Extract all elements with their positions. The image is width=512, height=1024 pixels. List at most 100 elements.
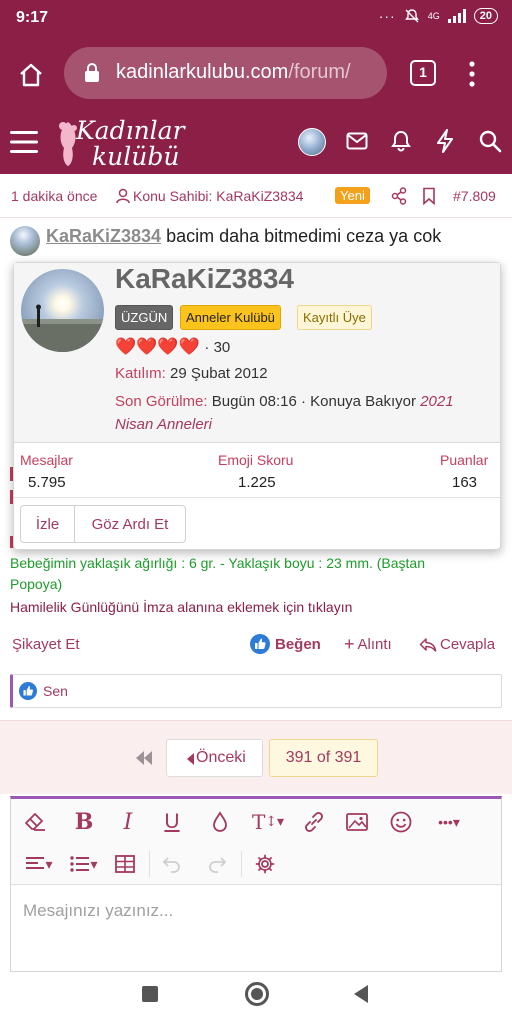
search-icon[interactable] [478,129,502,153]
signature-line-2[interactable]: Popoya) [10,576,62,592]
ignore-button[interactable]: Göz Ardı Et [75,506,185,542]
editor-toolbar: B I U T ↕▾ •••▾ ▾ ▾ [11,799,501,885]
mail-icon[interactable] [346,132,368,150]
new-badge: Yeni [335,187,370,204]
underline-icon[interactable]: U [154,804,190,840]
tab-switcher-button[interactable]: 1 [410,60,436,86]
italic-icon[interactable]: I [110,804,146,840]
signal-icon [447,9,466,23]
poster-avatar[interactable] [10,226,40,256]
member-card-header: KaRaKiZ3834 ÜZGÜN Anneler Kulübü Kayıtlı… [14,263,500,443]
toolbar-divider [149,851,150,877]
member-hearts: ❤️❤️❤️❤️ · 30 [115,337,230,357]
address-bar[interactable]: kadinlarkulubu.com/forum/ [64,47,387,99]
font-size-icon[interactable]: T ↕▾ [246,804,290,840]
logo-text: Kadınlar kulübü [76,116,185,171]
back-button[interactable] [352,984,370,1004]
post-username-link[interactable]: KaRaKiZ3834 [46,226,161,246]
link-icon[interactable] [296,804,332,840]
list-icon[interactable]: ▾ [62,846,106,882]
mute-bell-icon [404,9,419,23]
lock-icon [85,63,99,82]
member-status-tag: ÜZGÜN [115,305,174,330]
stat-value-points: 163 [452,474,478,491]
follow-button[interactable]: İzle [21,506,75,542]
heart-icons: ❤️❤️❤️❤️ [115,337,200,356]
message-input[interactable]: Mesajınızı yazınız... [23,901,173,921]
member-group-line: Nisan Anneleri [115,416,212,433]
undo-icon[interactable] [154,846,190,882]
user-avatar-small[interactable] [298,128,326,156]
overflow-menu-icon[interactable] [468,61,476,87]
member-role-tag: Kayıtlı Üye [297,305,372,330]
share-icon[interactable] [391,187,407,205]
user-icon [116,188,130,204]
clear-format-icon[interactable] [17,804,53,840]
joined-label: Katılım: [115,365,166,382]
stat-label-points: Puanlar [440,452,489,468]
caret-left-icon [187,753,194,765]
browser-toolbar: kadinlarkulubu.com/forum/ 1 [0,36,512,112]
reactions-text: Sen [43,683,68,699]
lastseen-group-link-cont[interactable]: Nisan Anneleri [115,416,212,433]
post-title: KaRaKiZ3834 bacim daha bitmedimi ceza ya… [46,226,441,247]
site-logo[interactable]: Kadınlar kulübü [52,116,192,170]
recent-apps-button[interactable] [142,986,158,1002]
signature-line-1[interactable]: Bebeğimin yaklaşık ağırlığı : 6 gr. - Ya… [10,555,425,571]
first-page-icon[interactable] [134,750,154,766]
text-color-icon[interactable] [202,804,238,840]
hamburger-menu-icon[interactable] [10,130,38,154]
url-text: kadinlarkulubu.com/forum/ [116,61,351,83]
signature-line-3[interactable]: Hamilelik Günlüğünü İmza alanına eklemek… [10,599,352,615]
lastseen-group-link[interactable]: 2021 [420,393,453,410]
home-icon[interactable] [18,62,44,88]
prev-page-button[interactable]: Önceki [166,739,263,777]
site-header: Kadınlar kulübü [0,112,512,174]
bookmark-icon[interactable] [422,187,436,205]
emoji-icon[interactable] [383,804,419,840]
status-icons: ··· 4G 20 [379,8,498,24]
stat-label-messages: Mesajlar [20,452,73,468]
lightning-icon[interactable] [436,129,454,153]
like-icon [250,634,270,654]
reply-icon [419,637,437,652]
post-text: bacim daha bitmedimi ceza ya cok [166,226,442,246]
reactions-bar[interactable]: Sen [10,674,502,708]
reply-label: Cevapla [440,636,496,653]
plus-icon: + [344,634,355,654]
heart-count: · 30 [204,339,231,356]
report-link[interactable]: Şikayet Et [12,636,80,653]
image-icon[interactable] [339,804,375,840]
home-button[interactable] [245,982,269,1006]
align-icon[interactable]: ▾ [17,846,61,882]
reply-button[interactable]: Cevapla [419,636,495,653]
notification-bell-icon[interactable] [391,130,411,152]
settings-gear-icon[interactable] [247,846,283,882]
lastseen-label: Son Görülme: [115,393,208,410]
network-icon: 4G [427,11,440,21]
avatar-photo [21,269,104,352]
bold-icon[interactable]: B [66,804,102,840]
more-dots-icon: ··· [378,8,396,24]
status-bar: 9:17 ··· 4G 20 [0,0,512,36]
redo-icon[interactable] [199,846,235,882]
member-joined: Katılım: 29 Şubat 2012 [115,365,268,382]
pagination-area: Önceki 391 of 391 [0,720,512,794]
post-time[interactable]: 1 dakika önce [11,188,97,204]
table-icon[interactable] [107,846,143,882]
like-button[interactable]: Beğen [250,634,321,654]
reply-editor: B I U T ↕▾ •••▾ ▾ ▾ Mesajınızı yazınız..… [10,796,502,972]
member-avatar[interactable] [21,269,104,352]
quote-label: Alıntı [357,636,392,653]
member-actions: İzle Göz Ardı Et [20,505,186,543]
stat-label-emoji: Emoji Skoru [218,452,294,468]
page-indicator[interactable]: 391 of 391 [269,739,378,777]
member-username[interactable]: KaRaKiZ3834 [115,263,294,295]
lastseen-value: Bugün 08:16 · Konuya Bakıyor [211,393,417,410]
more-options-icon[interactable]: •••▾ [427,804,471,840]
status-time: 9:17 [16,9,49,26]
quote-button[interactable]: + Alıntı [344,634,392,654]
post-meta-row: 1 dakika önce Konu Sahibi: KaRaKiZ3834 Y… [0,174,512,218]
post-number[interactable]: #7.809 [453,188,496,204]
member-group-tag: Anneler Kulübü [180,305,281,330]
